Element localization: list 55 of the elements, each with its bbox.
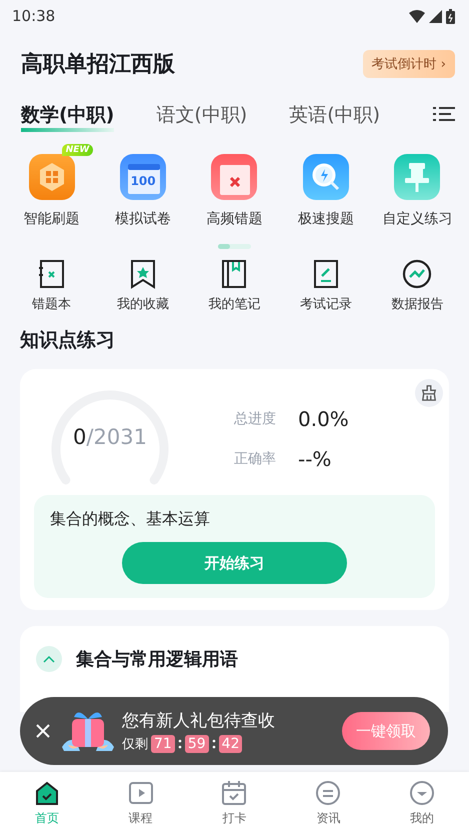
nav-tab[interactable]: 我的 bbox=[375, 780, 469, 826]
wifi-icon bbox=[409, 10, 425, 22]
remaining-label: 仅剩 bbox=[122, 736, 148, 753]
nav-tab[interactable]: 打卡 bbox=[188, 780, 282, 826]
subject-tab[interactable]: 英语(中职) bbox=[289, 102, 380, 132]
feature-button[interactable]: 极速搜题 bbox=[280, 144, 372, 228]
section-title: 知识点练习 bbox=[20, 329, 115, 351]
app-title: 高职单招江西版 bbox=[21, 50, 175, 79]
search-icon bbox=[302, 154, 349, 200]
exam-paper-icon: 100 bbox=[120, 154, 166, 200]
tool-button[interactable]: 考试记录 bbox=[280, 259, 372, 313]
battery-icon bbox=[446, 8, 455, 24]
chevron-up-icon bbox=[43, 655, 55, 663]
broom-icon bbox=[421, 384, 437, 402]
wrong-question-icon bbox=[211, 154, 258, 200]
nav-tab[interactable]: 课程 bbox=[94, 780, 188, 826]
subject-tab[interactable]: 数学(中职) bbox=[21, 102, 114, 132]
subject-tab[interactable]: 语文(中职) bbox=[156, 102, 248, 132]
feature-button[interactable]: 100 模拟试卷 bbox=[97, 144, 189, 228]
news-icon bbox=[315, 780, 342, 806]
menu-icon[interactable] bbox=[433, 106, 455, 122]
tool-button[interactable]: 错题本 bbox=[6, 259, 98, 313]
stat-value: 0.0% bbox=[298, 407, 349, 431]
colon-icon bbox=[178, 739, 182, 749]
close-icon bbox=[36, 724, 50, 738]
stat-value: --% bbox=[298, 447, 332, 471]
feature-button[interactable]: NEW 智能刷题 bbox=[6, 144, 98, 228]
video-icon bbox=[128, 780, 154, 806]
expand-toggle[interactable] bbox=[36, 646, 62, 672]
pushpin-icon bbox=[394, 154, 440, 200]
page-indicator bbox=[218, 244, 251, 249]
stat-label: 正确率 bbox=[234, 450, 276, 468]
countdown-digits: 42 bbox=[218, 735, 242, 753]
colon-icon bbox=[212, 739, 216, 749]
chapter-title: 集合与常用逻辑用语 bbox=[76, 648, 238, 671]
new-badge: NEW bbox=[62, 144, 94, 156]
clear-button[interactable] bbox=[415, 379, 443, 407]
calendar-icon bbox=[221, 780, 248, 806]
stat-label: 总进度 bbox=[234, 410, 276, 428]
tool-button[interactable]: 我的笔记 bbox=[188, 259, 280, 313]
feature-button[interactable]: 高频错题 bbox=[188, 144, 280, 228]
tool-button[interactable]: 数据报告 bbox=[372, 259, 463, 313]
trend-chart-icon bbox=[401, 259, 434, 289]
home-icon bbox=[34, 780, 60, 806]
topic-name: 集合的概念、基本运算 bbox=[50, 509, 211, 530]
progress-count: 0/2031 bbox=[72, 425, 148, 449]
countdown-button[interactable]: 考试倒计时 › bbox=[362, 50, 455, 78]
signal-icon bbox=[429, 10, 442, 22]
nav-tab[interactable]: 资讯 bbox=[281, 780, 376, 826]
tool-button[interactable]: 我的收藏 bbox=[97, 259, 189, 313]
feature-button[interactable]: 自定义练习 bbox=[372, 144, 463, 228]
countdown-digits: 71 bbox=[151, 735, 175, 753]
clock: 10:38 bbox=[12, 7, 56, 25]
banner-title: 您有新人礼包待查收 bbox=[122, 710, 275, 732]
countdown-digits: 59 bbox=[184, 735, 209, 753]
